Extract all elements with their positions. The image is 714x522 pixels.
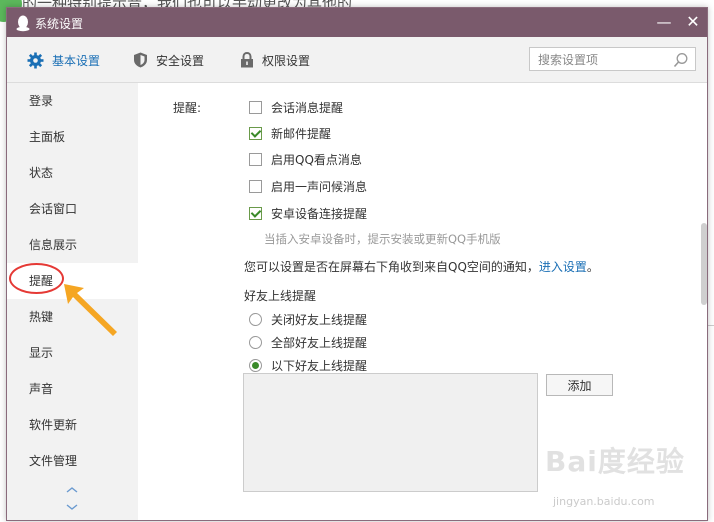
checkbox-qq-kandian[interactable]: 启用QQ看点消息	[249, 151, 362, 168]
sidebar-item-chat-window[interactable]: 会话窗口	[7, 191, 138, 227]
checkbox-box[interactable]	[249, 207, 262, 220]
qzone-notice: 您可以设置是否在屏幕右下角收到来自QQ空间的通知，进入设置。	[244, 258, 599, 275]
baidu-jingyan-watermark: Bai度经验 jingyan.baidu.com	[545, 440, 710, 515]
android-hint-text: 当插入安卓设备时，提示安装或更新QQ手机版	[264, 232, 501, 246]
scrollbar-thumb[interactable]	[701, 223, 707, 305]
radio-all-friends-online[interactable]: 全部好友上线提醒	[249, 334, 367, 351]
enter-settings-link[interactable]: 进入设置	[539, 260, 587, 274]
tab-basic-settings[interactable]: 基本设置	[27, 49, 100, 71]
watermark-url: jingyan.baidu.com	[553, 495, 655, 508]
checkbox-label: 启用QQ看点消息	[271, 153, 362, 167]
checkbox-label: 新邮件提醒	[271, 127, 332, 141]
tab-permission-settings-label: 权限设置	[262, 53, 311, 68]
checkbox-box[interactable]	[249, 127, 262, 140]
add-button[interactable]: 添加	[546, 374, 613, 396]
tab-security-settings-label: 安全设置	[156, 53, 205, 68]
search-icon[interactable]	[673, 52, 689, 68]
checkbox-android-connect-reminder[interactable]: 安卓设备连接提醒	[249, 205, 367, 222]
checkbox-new-mail-reminder[interactable]: 新邮件提醒	[249, 125, 331, 142]
checkbox-label: 会话消息提醒	[271, 101, 344, 115]
watermark-brand: Bai度经验	[545, 445, 685, 478]
minimize-button[interactable]: —	[655, 13, 673, 31]
sidebar-scroll-arrows-icon[interactable]	[65, 483, 79, 513]
sidebar-item-file-management[interactable]: 文件管理	[7, 443, 138, 479]
checkbox-label: 安卓设备连接提醒	[271, 207, 368, 221]
qzone-notice-end: 。	[586, 260, 599, 274]
radio-button[interactable]	[249, 313, 262, 326]
checkbox-greeting-message[interactable]: 启用一声问候消息	[249, 178, 367, 195]
qq-penguin-icon	[16, 15, 30, 32]
friends-online-label: 好友上线提醒	[244, 289, 317, 303]
radio-disable-friend-online[interactable]: 关闭好友上线提醒	[249, 311, 367, 328]
tab-security-settings[interactable]: 安全设置	[133, 49, 204, 71]
checkbox-box[interactable]	[249, 153, 262, 166]
annotation-arrow-icon	[64, 284, 117, 336]
sidebar-item-login[interactable]: 登录	[7, 83, 138, 119]
lock-icon	[241, 52, 253, 68]
checkbox-chat-message-reminder[interactable]: 会话消息提醒	[249, 99, 343, 116]
sidebar-item-software-update[interactable]: 软件更新	[7, 407, 138, 443]
window-title: 系统设置	[35, 17, 84, 31]
sidebar-item-display[interactable]: 显示	[7, 335, 138, 371]
radio-button[interactable]	[249, 359, 262, 372]
title-bar[interactable]: 系统设置 — ✕	[7, 8, 707, 37]
checkbox-label: 启用一声问候消息	[271, 180, 368, 194]
sidebar-item-info-display[interactable]: 信息展示	[7, 227, 138, 263]
tab-basic-settings-label: 基本设置	[52, 53, 101, 68]
radio-label: 全部好友上线提醒	[271, 336, 368, 350]
radio-following-friends-online[interactable]: 以下好友上线提醒	[249, 357, 367, 374]
search-input[interactable]	[536, 49, 675, 71]
radio-button[interactable]	[249, 336, 262, 349]
search-box	[529, 47, 696, 71]
tab-bar: 基本设置 安全设置 权限设置	[7, 37, 707, 83]
sidebar-item-sound[interactable]: 声音	[7, 371, 138, 407]
checkbox-box[interactable]	[249, 180, 262, 193]
qzone-notice-text: 您可以设置是否在屏幕右下角收到来自QQ空间的通知，	[244, 260, 539, 274]
sidebar-item-main-panel[interactable]: 主面板	[7, 119, 138, 155]
checkbox-box[interactable]	[249, 101, 262, 114]
tab-permission-settings[interactable]: 权限设置	[240, 49, 310, 71]
annotation-red-circle	[9, 263, 64, 294]
radio-label: 关闭好友上线提醒	[271, 313, 368, 327]
radio-label: 以下好友上线提醒	[271, 359, 368, 373]
gear-icon	[27, 52, 44, 68]
close-button[interactable]: ✕	[684, 13, 702, 31]
reminder-section-label: 提醒:	[173, 101, 202, 115]
shield-icon	[134, 52, 147, 68]
friend-list-box[interactable]	[243, 373, 538, 492]
sidebar-item-status[interactable]: 状态	[7, 155, 138, 191]
